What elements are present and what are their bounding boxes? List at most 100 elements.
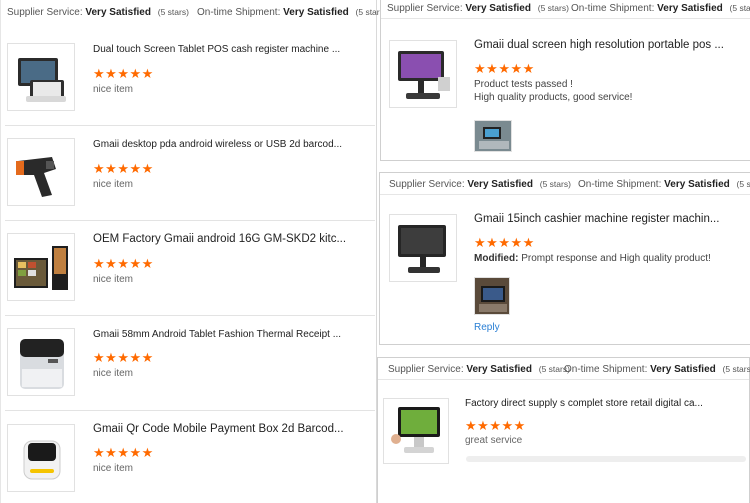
review-photo[interactable]	[474, 277, 510, 315]
item-title-link[interactable]: Gmaii 15inch cashier machine register ma…	[474, 213, 744, 225]
item-title-link[interactable]: OEM Factory Gmaii android 16G GM-SKD2 ki…	[93, 233, 373, 245]
star-icon: ★	[105, 256, 117, 271]
review-comment: Product tests passed !	[474, 79, 573, 90]
shipment-label: On-time Shipment:	[564, 364, 648, 375]
star-icon: ★	[141, 161, 154, 176]
star-icon: ★	[129, 161, 142, 176]
star-icon: ★	[129, 350, 142, 365]
supplier-service-stars: (5 stars)	[157, 7, 189, 17]
star-icon: ★	[522, 61, 535, 76]
review-comment: High quality products, good service!	[474, 92, 633, 103]
card-rating-summary: Supplier Service: Very Satisfied (5 star…	[378, 358, 750, 380]
review-comment: nice item	[93, 368, 134, 379]
star-icon: ★	[141, 445, 154, 460]
rating-stars: ★★★★★	[93, 65, 154, 81]
rating-stars: ★★★★★	[474, 234, 535, 250]
rating-stars: ★★★★★	[465, 417, 526, 433]
star-icon: ★	[474, 235, 486, 250]
card-rating-summary: Supplier Service: Very Satisfied (5 star…	[381, 0, 750, 19]
star-icon: ★	[486, 61, 498, 76]
supplier-service-value: Very Satisfied	[466, 364, 532, 375]
star-icon: ★	[105, 350, 117, 365]
star-icon: ★	[474, 61, 486, 76]
star-icon: ★	[501, 418, 514, 433]
star-icon: ★	[465, 418, 477, 433]
shipment-stars: (5 stars)	[722, 364, 750, 374]
reply-link[interactable]: Reply	[474, 322, 500, 333]
review-comment: Modified: Prompt response and High quali…	[474, 253, 711, 264]
supplier-service-label: Supplier Service:	[389, 179, 465, 190]
shipment-rating: On-time Shipment: Very Satisfied (5 star…	[197, 7, 387, 18]
shipment-label: On-time Shipment:	[578, 179, 662, 190]
star-icon: ★	[105, 161, 117, 176]
star-icon: ★	[477, 418, 489, 433]
review-comment: nice item	[93, 179, 134, 190]
review-comment: nice item	[93, 463, 134, 474]
supplier-service-value: Very Satisfied	[85, 7, 151, 18]
review-comment-text: Prompt response and High quality product…	[518, 253, 711, 264]
left-feedback-panel: Supplier Service: Very Satisfied (5 star…	[0, 0, 387, 503]
shipment-value: Very Satisfied	[664, 179, 730, 190]
supplier-service-rating: Supplier Service: Very Satisfied (5 star…	[389, 179, 571, 190]
rating-stars: ★★★★★	[93, 349, 154, 365]
star-icon: ★	[510, 235, 523, 250]
shipment-label: On-time Shipment:	[197, 7, 281, 18]
review-card: Supplier Service: Very Satisfied (5 star…	[377, 357, 750, 503]
left-rating-summary: Supplier Service: Very Satisfied (5 star…	[1, 0, 387, 24]
item-title-link[interactable]: Factory direct supply s complet store re…	[465, 398, 745, 409]
star-icon: ★	[117, 256, 129, 271]
review-comment: great service	[465, 435, 523, 446]
star-icon: ★	[129, 256, 142, 271]
supplier-service-rating: Supplier Service: Very Satisfied (5 star…	[7, 7, 189, 18]
review-photo[interactable]	[474, 120, 512, 152]
kiosk-screen-icon[interactable]	[7, 233, 75, 301]
shipment-value: Very Satisfied	[657, 3, 723, 14]
star-icon: ★	[93, 161, 105, 176]
shipment-rating: On-time Shipment: Very Satisfied (5 star…	[578, 179, 750, 190]
star-icon: ★	[93, 66, 105, 81]
star-icon: ★	[93, 350, 105, 365]
dual-screen-pos-icon[interactable]	[389, 40, 457, 108]
star-icon: ★	[486, 235, 498, 250]
retail-tablet-pos-icon[interactable]	[383, 398, 449, 464]
pos-terminal-icon[interactable]	[7, 43, 75, 111]
item-title-link[interactable]: Gmaii desktop pda android wireless or US…	[93, 139, 373, 150]
receipt-printer-icon[interactable]	[7, 328, 75, 396]
supplier-service-rating: Supplier Service: Very Satisfied (5 star…	[387, 3, 569, 14]
star-icon: ★	[117, 161, 129, 176]
star-icon: ★	[105, 445, 117, 460]
item-title-link[interactable]: Gmaii 58mm Android Tablet Fashion Therma…	[93, 329, 373, 340]
item-title-link[interactable]: Gmaii dual screen high resolution portab…	[474, 39, 744, 51]
item-title-link[interactable]: Dual touch Screen Tablet POS cash regist…	[93, 44, 373, 55]
star-icon: ★	[93, 256, 105, 271]
qr-payment-box-icon[interactable]	[7, 424, 75, 492]
cashier-machine-icon[interactable]	[389, 214, 457, 282]
supplier-service-stars: (5 stars)	[537, 3, 569, 13]
review-item: Gmaii desktop pda android wireless or US…	[5, 126, 375, 221]
review-comment: nice item	[93, 274, 134, 285]
review-item: OEM Factory Gmaii android 16G GM-SKD2 ki…	[5, 221, 375, 316]
card-rating-summary: Supplier Service: Very Satisfied (5 star…	[380, 173, 750, 195]
shipment-rating: On-time Shipment: Very Satisfied (5 star…	[564, 364, 750, 375]
star-icon: ★	[510, 61, 523, 76]
barcode-scanner-icon[interactable]	[7, 138, 75, 206]
modified-label: Modified:	[474, 253, 519, 264]
star-icon: ★	[489, 418, 501, 433]
star-icon: ★	[141, 66, 154, 81]
horizontal-scrollbar[interactable]	[466, 456, 746, 462]
review-item: Gmaii Qr Code Mobile Payment Box 2d Barc…	[5, 411, 375, 503]
review-item: Gmaii 58mm Android Tablet Fashion Therma…	[5, 316, 375, 411]
supplier-service-label: Supplier Service:	[387, 3, 463, 14]
supplier-service-rating: Supplier Service: Very Satisfied (5 star…	[388, 364, 570, 375]
shipment-value: Very Satisfied	[283, 7, 349, 18]
shipment-label: On-time Shipment:	[571, 3, 655, 14]
item-title-link[interactable]: Gmaii Qr Code Mobile Payment Box 2d Barc…	[93, 423, 373, 435]
star-icon: ★	[141, 256, 154, 271]
star-icon: ★	[129, 66, 142, 81]
rating-stars: ★★★★★	[93, 255, 154, 271]
star-icon: ★	[129, 445, 142, 460]
star-icon: ★	[93, 445, 105, 460]
review-card: Supplier Service: Very Satisfied (5 star…	[379, 172, 750, 345]
supplier-service-stars: (5 stars)	[539, 179, 571, 189]
star-icon: ★	[117, 350, 129, 365]
